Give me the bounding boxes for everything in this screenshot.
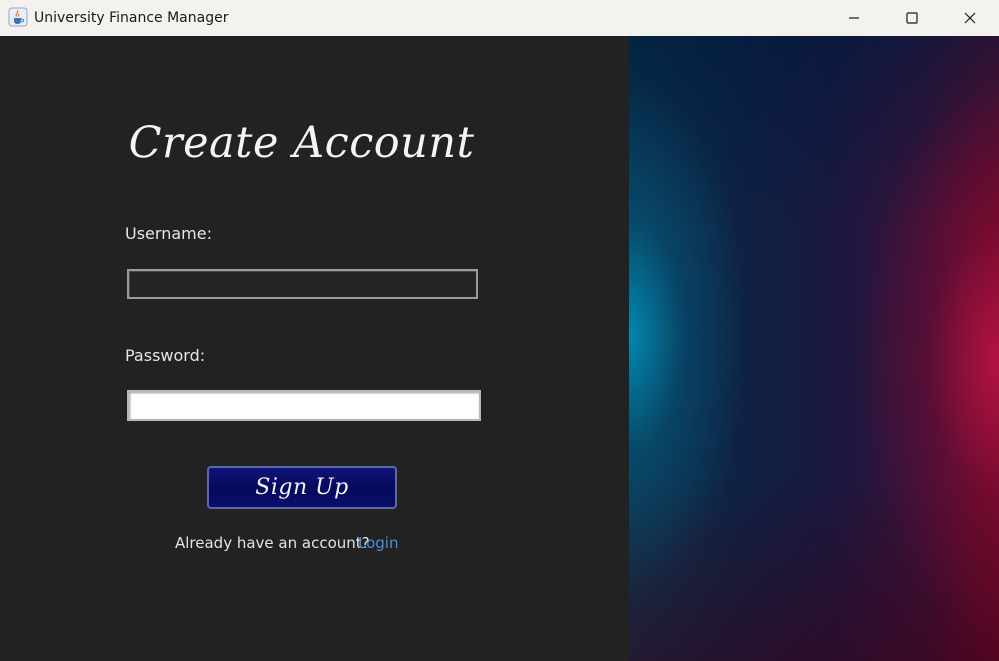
decorative-gradient-panel [629,36,999,661]
maximize-button[interactable] [883,0,941,36]
close-button[interactable] [941,0,999,36]
signup-form-panel: Create Account Username: Password: Sign … [0,36,629,661]
sign-up-button[interactable]: Sign Up [207,466,397,509]
window-title: University Finance Manager [34,10,229,26]
page-title: Create Account [128,118,475,168]
title-bar[interactable]: University Finance Manager [0,0,999,36]
java-cup-icon [8,7,28,27]
login-link[interactable]: Login [358,534,398,552]
login-prompt-text: Already have an account? [175,534,370,552]
app-window: University Finance Manager Create Accoun… [0,0,999,661]
minimize-button[interactable] [825,0,883,36]
minimize-icon [849,17,859,19]
close-icon [964,12,976,24]
username-field[interactable] [127,269,478,299]
password-label: Password: [125,346,206,365]
username-label: Username: [125,224,212,243]
password-field[interactable] [127,390,481,421]
maximize-icon [906,12,918,24]
